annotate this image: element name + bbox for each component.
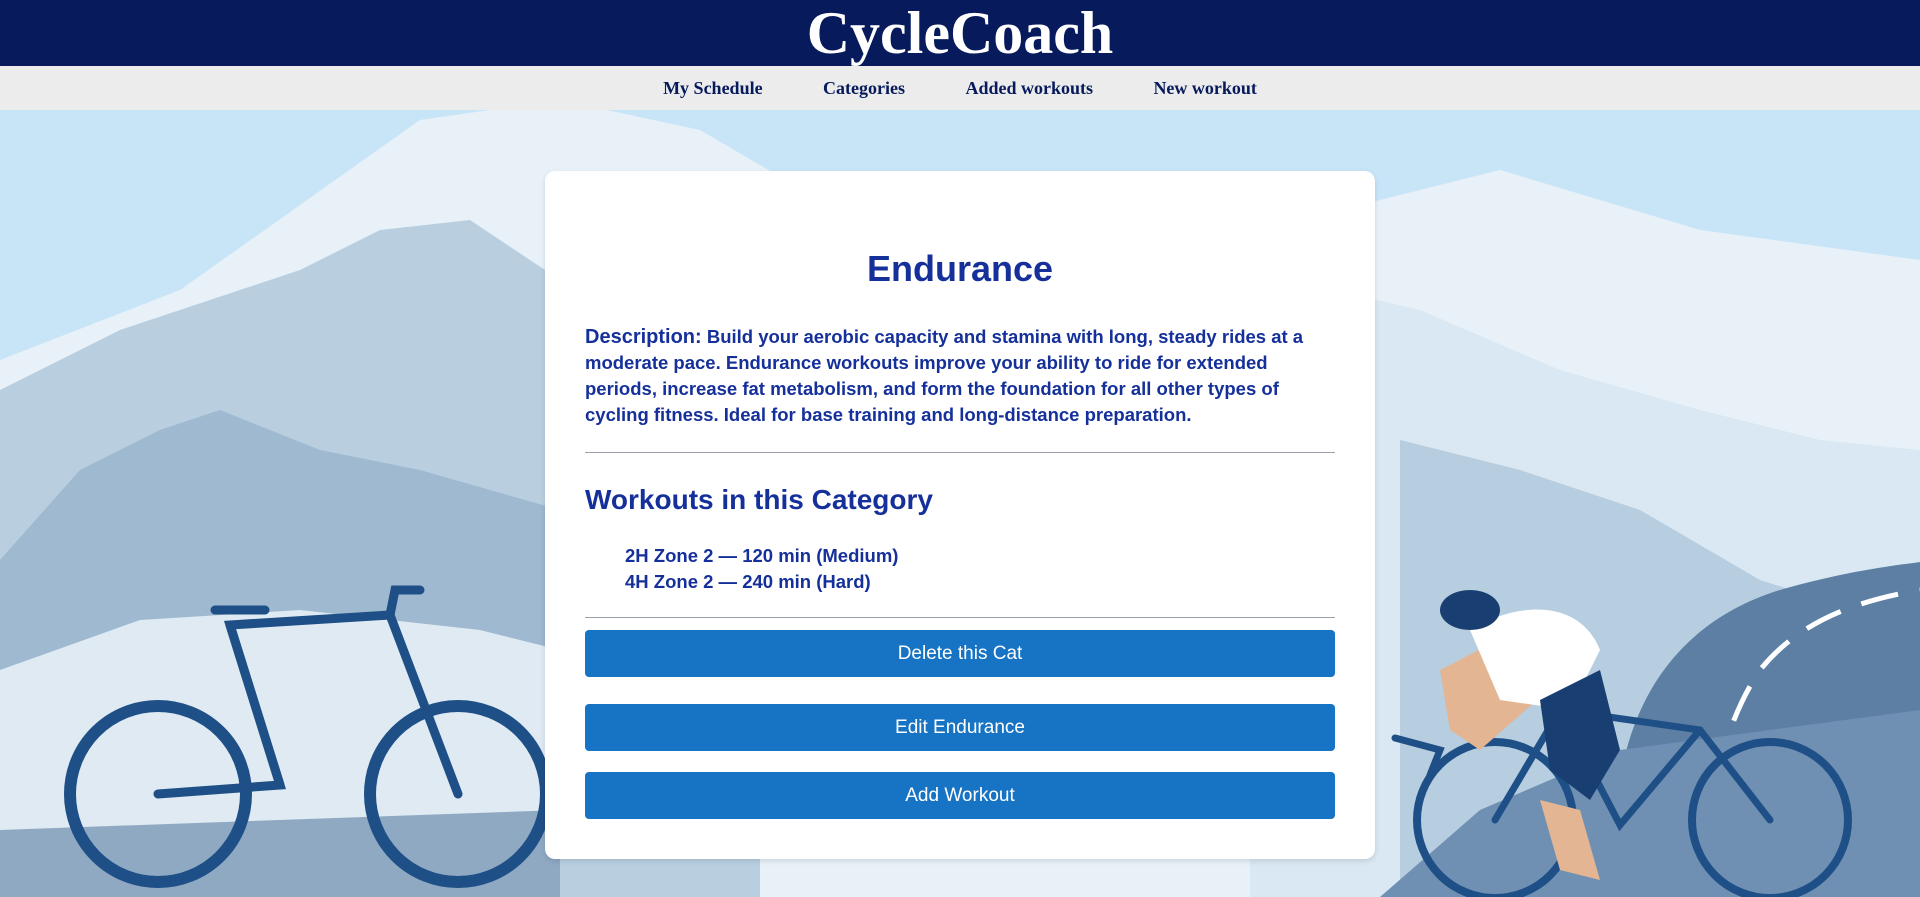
category-title: Endurance <box>866 248 1054 289</box>
main-nav: My Schedule Categories Added workouts Ne… <box>0 66 1920 110</box>
delete-category-button[interactable]: Delete this Cat <box>585 630 1335 677</box>
workout-item-4h-zone-2[interactable]: 4H Zone 2 — 240 min (Hard) <box>625 569 898 595</box>
category-description: Description: Build your aerobic capacity… <box>585 324 1335 428</box>
nav-item-categories[interactable]: Categories <box>823 66 905 110</box>
workout-list: 2H Zone 2 — 120 min (Medium) 4H Zone 2 —… <box>625 543 898 595</box>
description-label: Description: <box>585 326 702 348</box>
app-logo-title[interactable]: CycleCoach <box>807 0 1114 66</box>
nav-item-added-workouts[interactable]: Added workouts <box>965 66 1093 110</box>
add-workout-button[interactable]: Add Workout <box>585 772 1335 819</box>
workout-item-2h-zone-2[interactable]: 2H Zone 2 — 120 min (Medium) <box>625 543 898 569</box>
divider <box>585 617 1335 618</box>
app-header: CycleCoach <box>0 0 1920 66</box>
category-detail-card: Endurance Description: Build your aerobi… <box>545 171 1375 859</box>
nav-item-new-workout[interactable]: New workout <box>1153 66 1257 110</box>
divider <box>585 452 1335 453</box>
edit-category-button[interactable]: Edit Endurance <box>585 704 1335 751</box>
workouts-heading: Workouts in this Category <box>585 484 933 515</box>
nav-item-my-schedule[interactable]: My Schedule <box>663 66 763 110</box>
